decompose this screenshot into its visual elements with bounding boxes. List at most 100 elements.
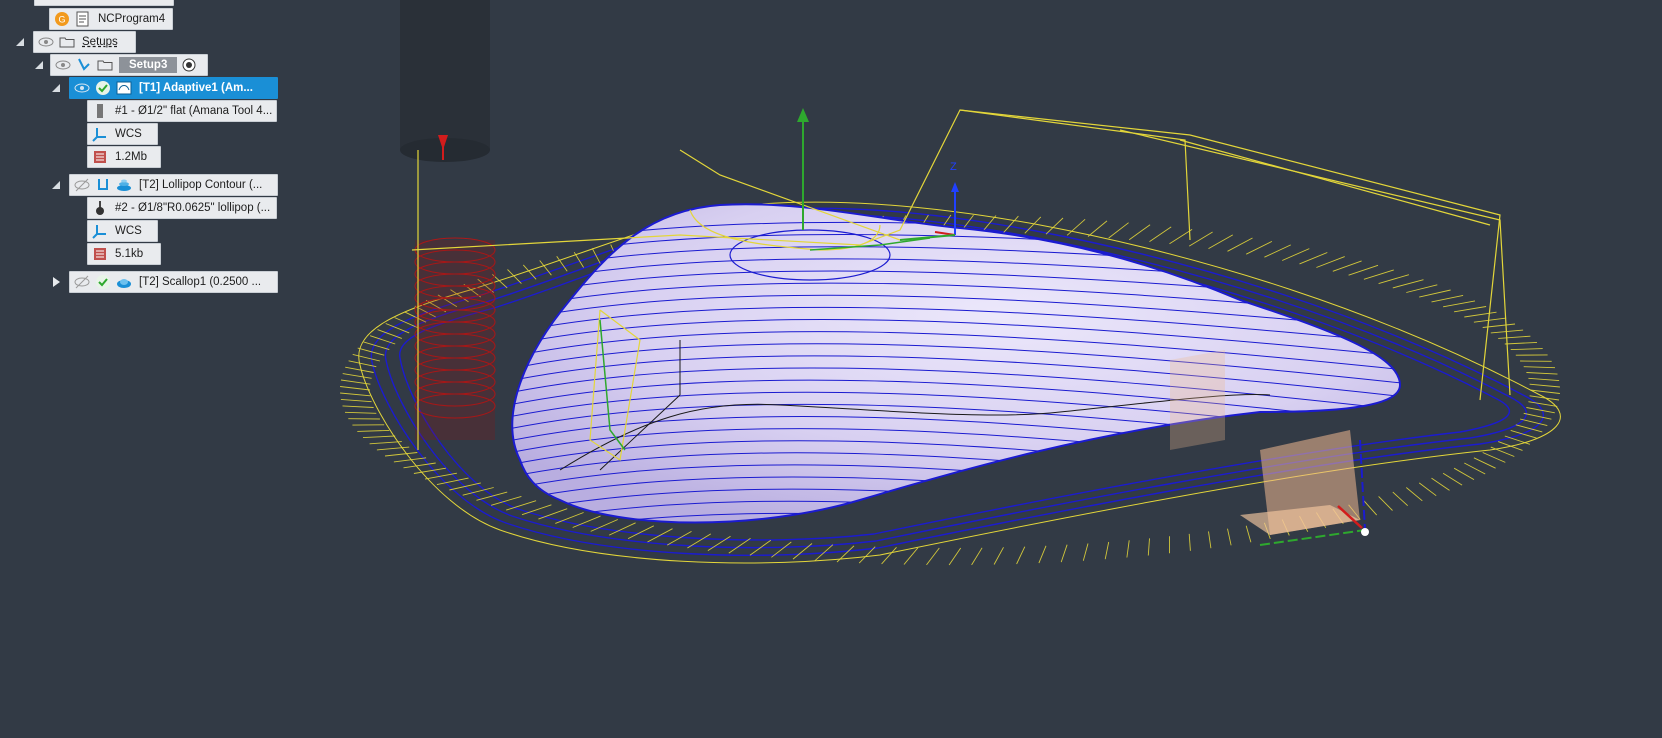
lead-line bbox=[1188, 231, 1213, 247]
tree-node-wcs2[interactable]: WCS bbox=[87, 220, 158, 242]
flat-endmill-icon bbox=[91, 102, 109, 120]
visibility-eye-icon[interactable] bbox=[73, 176, 91, 194]
lollipop-collapse-toggle[interactable] bbox=[52, 181, 60, 189]
setups-collapse-toggle[interactable] bbox=[16, 38, 24, 46]
scallop-op-icon bbox=[115, 273, 133, 291]
wcs-axes-icon bbox=[91, 222, 109, 240]
lead-line bbox=[792, 543, 813, 560]
visibility-eye-icon[interactable] bbox=[37, 33, 55, 51]
lead-line bbox=[1016, 546, 1026, 565]
lead-line bbox=[1208, 531, 1212, 549]
setup3-label: Setup3 bbox=[119, 57, 178, 73]
lead-line bbox=[394, 317, 418, 328]
lead-line bbox=[1406, 487, 1423, 502]
toolpath-helix-entry bbox=[414, 237, 496, 440]
tree-node-setup3[interactable]: Setup3 bbox=[50, 54, 208, 76]
tree-node-scallop[interactable]: [T2] Scallop1 (0.2500 ... bbox=[69, 271, 278, 293]
lead-line bbox=[384, 452, 418, 457]
lead-line bbox=[521, 504, 552, 516]
lead-line bbox=[1498, 441, 1523, 451]
visibility-eye-icon[interactable] bbox=[73, 79, 91, 97]
adaptive-collapse-toggle[interactable] bbox=[52, 84, 60, 92]
lead-line bbox=[1406, 284, 1438, 293]
lead-line bbox=[1378, 496, 1393, 511]
lead-line bbox=[1149, 226, 1172, 242]
lead-line bbox=[1038, 545, 1047, 564]
lead-line bbox=[1245, 240, 1273, 255]
lead-line bbox=[1418, 482, 1437, 497]
tree-node-lollipop[interactable]: [T2] Lollipop Contour (... bbox=[69, 174, 278, 196]
setup-fixture-icon bbox=[75, 56, 93, 74]
lead-line bbox=[993, 547, 1004, 565]
lead-line bbox=[344, 411, 377, 414]
wcs1-label: WCS bbox=[115, 128, 142, 140]
lead-line bbox=[357, 429, 390, 432]
tree-node-ncprogram[interactable]: G NCProgram4 bbox=[49, 8, 173, 30]
tool1-label: #1 - Ø1/2" flat (Amana Tool 4... bbox=[115, 105, 273, 117]
wcs-axes-icon bbox=[91, 125, 109, 143]
tree-node-tool2[interactable]: #2 - Ø1/8"R0.0625" lollipop (... bbox=[87, 197, 277, 219]
lead-line bbox=[342, 405, 374, 408]
lead-line bbox=[1498, 335, 1531, 339]
lead-line bbox=[1473, 317, 1507, 323]
setup-fixture-icon bbox=[94, 176, 112, 194]
lead-line bbox=[1504, 435, 1531, 445]
lead-line bbox=[1464, 462, 1486, 475]
lead-line bbox=[1208, 234, 1234, 249]
lead-line bbox=[340, 386, 371, 391]
lead-line bbox=[340, 392, 371, 397]
lead-line bbox=[1529, 395, 1560, 401]
lead-line bbox=[345, 366, 374, 373]
tree-node-size2[interactable]: 5.1kb bbox=[87, 243, 161, 265]
lead-line bbox=[1431, 294, 1464, 303]
lead-line bbox=[1392, 491, 1409, 507]
lead-line bbox=[449, 482, 481, 491]
tree-node-setups[interactable]: Setups bbox=[33, 31, 136, 53]
lead-line bbox=[1066, 218, 1086, 236]
lead-line bbox=[1519, 418, 1548, 427]
adaptive-op-icon bbox=[115, 79, 133, 97]
scallop-label: [T2] Scallop1 (0.2500 ... bbox=[139, 276, 262, 288]
lead-line bbox=[1363, 500, 1378, 516]
setups-label: Setups bbox=[82, 36, 118, 48]
folder-icon bbox=[38, 0, 56, 5]
lead-line bbox=[1473, 457, 1496, 469]
lead-line bbox=[1245, 525, 1252, 543]
wcs2-label: WCS bbox=[115, 225, 142, 237]
lead-line bbox=[1108, 222, 1129, 239]
ncprogram-label: NCProgram4 bbox=[98, 13, 166, 25]
scallop-expand-toggle[interactable] bbox=[53, 277, 60, 287]
lead-line bbox=[1087, 220, 1108, 237]
size2-label: 5.1kb bbox=[115, 248, 144, 260]
tree-node-adaptive[interactable]: [T1] Adaptive1 (Am... bbox=[69, 77, 278, 99]
document-icon bbox=[74, 10, 92, 28]
size1-label: 1.2Mb bbox=[115, 151, 147, 163]
setup3-collapse-toggle[interactable] bbox=[35, 61, 43, 69]
lead-line bbox=[1332, 260, 1362, 272]
lead-line bbox=[1227, 237, 1253, 252]
lead-line bbox=[1523, 412, 1552, 420]
lead-line bbox=[1363, 269, 1394, 280]
lead-line bbox=[1348, 264, 1379, 276]
lead-line bbox=[1003, 215, 1019, 234]
lollipop-label: [T2] Lollipop Contour (... bbox=[139, 179, 263, 191]
active-setup-radio-icon[interactable] bbox=[180, 56, 198, 74]
visibility-eye-icon[interactable] bbox=[73, 273, 91, 291]
lead-line bbox=[1282, 248, 1310, 261]
lead-line bbox=[1523, 366, 1556, 369]
lead-line bbox=[352, 353, 381, 362]
lead-line bbox=[507, 269, 522, 284]
tree-node-size1[interactable]: 1.2Mb bbox=[87, 146, 161, 168]
tree-node-partial[interactable] bbox=[34, 0, 174, 6]
toolpath-data-icon bbox=[91, 148, 109, 166]
axis-z-label: Z bbox=[950, 161, 957, 173]
lead-line bbox=[1045, 217, 1064, 235]
tree-node-wcs1[interactable]: WCS bbox=[87, 123, 158, 145]
tree-node-tool1[interactable]: #1 - Ø1/2" flat (Amana Tool 4... bbox=[87, 100, 277, 122]
lead-line bbox=[903, 547, 919, 565]
browser-tree: G NCProgram4 Setups Setup3 [T1] Adaptive… bbox=[0, 0, 290, 300]
lollipop-cutter-icon bbox=[91, 199, 109, 217]
visibility-eye-icon[interactable] bbox=[54, 56, 72, 74]
lead-line bbox=[1126, 540, 1130, 558]
ncprogram-icon: G bbox=[53, 10, 71, 28]
